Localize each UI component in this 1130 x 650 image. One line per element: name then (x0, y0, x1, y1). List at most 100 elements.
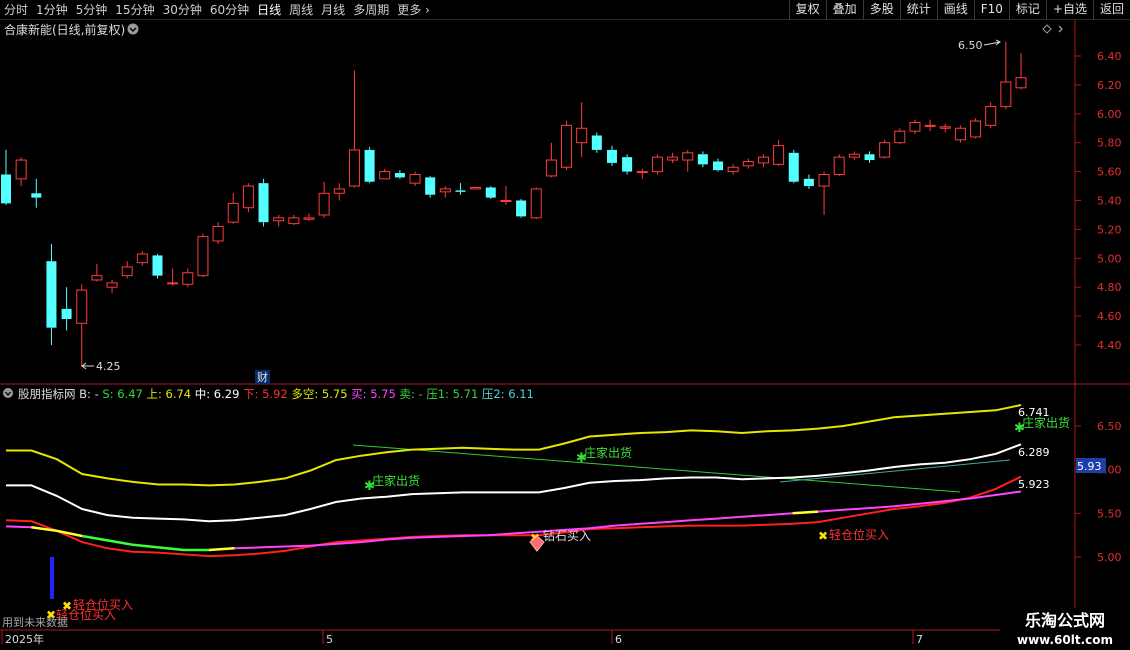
toolbar-action-button[interactable]: 叠加 (825, 0, 863, 20)
period-tab[interactable]: 15分钟 (111, 0, 158, 20)
candle (379, 168, 391, 180)
candle-body (516, 200, 527, 217)
watermark-url: www.60lt.com (1016, 633, 1114, 647)
candle (803, 174, 814, 189)
candle-body (91, 275, 103, 281)
middle-band-value: 6.289 (1018, 446, 1050, 459)
candle (1, 149, 11, 205)
time-label: 5 (326, 633, 333, 646)
action-buttons: 复权 叠加 多股 统计 画线 F10 标记 +自选 返回 (788, 0, 1130, 20)
candle-body (667, 156, 679, 161)
toolbar-action-button[interactable]: 复权 (788, 0, 826, 20)
candle (212, 222, 224, 244)
toolbar-action-button[interactable]: +自选 (1045, 0, 1093, 20)
indicator-name: 股朋指标网 (18, 387, 79, 401)
chart-canvas[interactable]: 合康新能(日线,前复权) 6.40 6.20 6.00 5.80 5.60 5.40 5.2… (0, 20, 1130, 650)
period-tab[interactable]: 30分钟 (159, 0, 206, 20)
candle-body (939, 126, 951, 129)
indicator-readout-item: S: 6.47 (102, 387, 146, 401)
candle (288, 214, 300, 226)
period-tab[interactable]: 日线 (253, 0, 285, 20)
candle-body (348, 149, 360, 187)
candle-body (591, 135, 602, 150)
candle-body (924, 124, 936, 127)
indicator-axis: 6.506.005.505.00 (1075, 420, 1122, 564)
sell-signal-label: 庄家出货 (584, 445, 632, 460)
candle-body (848, 153, 860, 158)
future-data-note: 用到未来数据 (2, 615, 68, 629)
candle (455, 183, 466, 195)
candle (909, 119, 921, 135)
current-price-tag-value: 5.93 (1077, 460, 1102, 473)
toolbar-action-button[interactable]: 多股 (862, 0, 900, 20)
candle (894, 128, 906, 145)
candle-body (46, 261, 57, 328)
indicator-readout-item: 买: 5.75 (351, 387, 399, 401)
toolbar-action-button[interactable]: 返回 (1092, 0, 1130, 20)
sell-signal-label: 庄家出货 (1022, 415, 1070, 430)
indicator-readout-item: 中: 6.29 (195, 387, 243, 401)
high-price-label: 6.50 (958, 39, 983, 52)
candle (258, 178, 269, 227)
candle-body (970, 120, 982, 138)
candle-body (651, 156, 663, 173)
candle (713, 158, 724, 172)
candle (773, 139, 785, 166)
volume-bar (50, 557, 54, 599)
chevron-right-icon[interactable] (1058, 25, 1063, 33)
candle (485, 186, 496, 200)
price-tick-label: 5.00 (1097, 252, 1122, 265)
pressure-line-1 (352, 444, 961, 493)
period-tab[interactable]: 5分钟 (72, 0, 112, 20)
candle (864, 151, 875, 163)
toolbar-action-button[interactable]: 统计 (899, 0, 937, 20)
candle (879, 139, 891, 159)
period-tab[interactable]: 1分钟 (32, 0, 72, 20)
candle-body (15, 159, 27, 180)
candle (439, 186, 451, 198)
candle (545, 142, 557, 178)
price-tick-label: 4.80 (1097, 281, 1122, 294)
period-tab[interactable]: 周线 (285, 0, 317, 20)
candle (591, 132, 602, 153)
diamond-icon[interactable] (1042, 24, 1052, 34)
price-tick-label: 5.20 (1097, 223, 1122, 236)
price-tick-label: 4.40 (1097, 339, 1122, 352)
candle-body (485, 187, 496, 198)
candle-body (364, 149, 375, 182)
period-tab[interactable]: 更多 › (393, 0, 434, 20)
candle (425, 175, 436, 198)
period-tab[interactable]: 分时 (0, 0, 32, 20)
low-arrow-icon (81, 362, 94, 370)
candle-body (182, 272, 194, 285)
indicator-readout-item: 多空: 5.75 (291, 387, 351, 401)
candle-body (788, 152, 799, 182)
toolbar-action-button[interactable]: 画线 (936, 0, 974, 20)
candle (622, 154, 633, 175)
watermark-title: 乐淘公式网 (1024, 611, 1105, 630)
candle (516, 199, 527, 218)
indicator-readout-item: 压1: 5.71 (426, 387, 482, 401)
candle-body (455, 190, 466, 192)
candle-body (879, 142, 891, 158)
indicator-dropdown-icon[interactable] (3, 388, 13, 398)
candle-body (697, 154, 708, 165)
toolbar-action-button[interactable]: F10 (973, 0, 1009, 20)
candle (106, 279, 118, 293)
candle (318, 181, 330, 218)
candle-body (76, 289, 88, 324)
candle-body (713, 161, 724, 171)
candle-body (288, 217, 300, 225)
period-tab[interactable]: 月线 (317, 0, 349, 20)
candle-body (606, 149, 617, 163)
toolbar-action-button[interactable]: 标记 (1008, 0, 1046, 20)
title-dropdown-icon[interactable] (127, 23, 139, 35)
candle (394, 170, 405, 179)
candle (348, 70, 360, 188)
candle (273, 214, 285, 227)
candle (167, 268, 179, 286)
price-tick-label: 5.60 (1097, 166, 1122, 179)
period-tab[interactable]: 多周期 (349, 0, 393, 20)
candle-body (227, 202, 239, 223)
period-tab[interactable]: 60分钟 (206, 0, 253, 20)
